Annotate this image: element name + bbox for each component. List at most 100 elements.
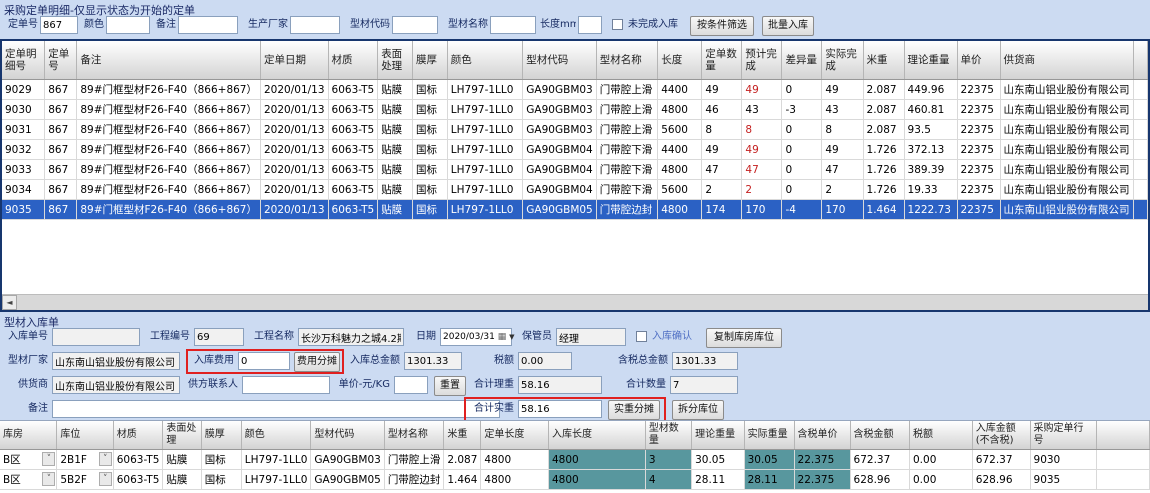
table-cell[interactable]: 4800 <box>481 470 549 490</box>
table-cell[interactable]: 山东南山铝业股份有限公司 <box>1000 120 1133 140</box>
table-cell[interactable]: 6063-T5 <box>328 120 378 140</box>
table-cell[interactable]: 门带腔下滑 <box>596 180 657 200</box>
table-cell[interactable]: 49 <box>742 140 782 160</box>
table-cell[interactable]: GA90GBM05 <box>523 200 596 220</box>
table-cell[interactable]: 2020/01/13 <box>261 140 329 160</box>
table-row[interactable]: 903486789#门框型材F26-F40（866+867）2020/01/13… <box>2 180 1148 200</box>
table-cell[interactable]: 1.726 <box>863 160 904 180</box>
table-cell[interactable]: 22375 <box>957 140 1000 160</box>
table-cell[interactable]: 46 <box>702 100 742 120</box>
table-cell[interactable]: 628.96 <box>850 470 909 490</box>
table-cell[interactable]: 4800 <box>481 450 549 470</box>
horizontal-scrollbar[interactable]: ◄ <box>2 294 1148 310</box>
table-cell[interactable]: 460.81 <box>904 100 957 120</box>
table-cell[interactable]: 门带腔下滑 <box>596 160 657 180</box>
table-cell[interactable]: 9030 <box>1030 450 1097 470</box>
table-cell[interactable]: 6063-T5 <box>328 200 378 220</box>
copy-warehouse-button[interactable]: 复制库房库位 <box>706 328 782 348</box>
filter-by-condition-button[interactable]: 按条件筛选 <box>690 16 754 36</box>
table-cell[interactable]: 174 <box>702 200 742 220</box>
remark-input[interactable] <box>52 400 500 418</box>
table-cell[interactable]: 2.087 <box>863 80 904 100</box>
table-cell[interactable] <box>1133 120 1147 140</box>
total-with-tax-input[interactable] <box>672 352 738 370</box>
table-cell[interactable]: GA90GBM05 <box>311 470 384 490</box>
table-cell[interactable]: 47 <box>702 160 742 180</box>
table-cell[interactable]: 2020/01/13 <box>261 80 329 100</box>
table-cell[interactable]: 山东南山铝业股份有限公司 <box>1000 160 1133 180</box>
table-cell[interactable]: 4 <box>645 470 691 490</box>
table-cell[interactable]: 89#门框型材F26-F40（866+867） <box>77 200 261 220</box>
column-header-filler[interactable] <box>1097 421 1150 450</box>
table-cell[interactable] <box>1133 80 1147 100</box>
table-cell[interactable]: 89#门框型材F26-F40（866+867） <box>77 120 261 140</box>
table-cell[interactable]: 0 <box>782 160 822 180</box>
chevron-down-icon[interactable]: ˅ <box>99 452 112 466</box>
table-cell[interactable]: 22.375 <box>794 450 850 470</box>
table-cell[interactable]: GA90GBM03 <box>523 80 596 100</box>
table-cell[interactable]: 国标 <box>412 120 447 140</box>
scroll-left-icon[interactable]: ◄ <box>2 295 17 310</box>
table-cell[interactable]: 49 <box>702 140 742 160</box>
chevron-down-icon[interactable]: ˅ <box>99 472 112 486</box>
supplier-input[interactable] <box>52 376 180 394</box>
table-cell[interactable]: 9030 <box>2 100 45 120</box>
actual-weight-allocate-button[interactable]: 实重分摊 <box>608 400 660 420</box>
column-header[interactable]: 实际完成 <box>822 41 863 80</box>
table-cell[interactable]: 47 <box>822 160 863 180</box>
table-cell[interactable]: 672.37 <box>850 450 909 470</box>
table-cell[interactable]: 4800 <box>548 470 645 490</box>
table-cell[interactable]: 9031 <box>2 120 45 140</box>
table-cell[interactable]: 170 <box>822 200 863 220</box>
keeper-input[interactable] <box>556 328 626 346</box>
split-location-button[interactable]: 拆分库位 <box>672 400 724 420</box>
chevron-down-icon[interactable]: ˅ <box>42 472 55 486</box>
inbound-confirm-checkbox[interactable] <box>636 331 647 342</box>
inbound-total-input[interactable] <box>404 352 462 370</box>
table-cell[interactable]: 867 <box>45 160 77 180</box>
table-cell[interactable]: 贴膜 <box>378 200 413 220</box>
column-header[interactable]: 入库长度 <box>548 421 645 450</box>
table-cell[interactable]: 1222.73 <box>904 200 957 220</box>
table-cell[interactable]: 93.5 <box>904 120 957 140</box>
length-filter-input[interactable] <box>578 16 602 34</box>
inbound-no-input[interactable] <box>52 328 140 346</box>
table-cell[interactable]: 4400 <box>658 140 702 160</box>
table-cell[interactable]: 6063-T5 <box>328 180 378 200</box>
total-actual-weight-input[interactable] <box>518 400 602 418</box>
table-cell[interactable]: 2020/01/13 <box>261 180 329 200</box>
column-header[interactable]: 定单号 <box>45 41 77 80</box>
table-cell[interactable]: 门带腔边封 <box>384 470 444 490</box>
table-cell[interactable]: 9034 <box>2 180 45 200</box>
table-cell[interactable]: 2020/01/13 <box>261 160 329 180</box>
table-cell[interactable]: 19.33 <box>904 180 957 200</box>
table-cell[interactable]: 49 <box>702 80 742 100</box>
table-cell[interactable]: 2B1F˅ <box>57 450 113 470</box>
table-cell[interactable]: 9029 <box>2 80 45 100</box>
table-cell[interactable]: 门带腔下滑 <box>596 140 657 160</box>
table-cell[interactable]: 22375 <box>957 120 1000 140</box>
table-cell[interactable]: 30.05 <box>692 450 745 470</box>
profile-name-filter-input[interactable] <box>490 16 536 34</box>
table-cell[interactable]: 贴膜 <box>378 140 413 160</box>
table-cell[interactable]: 国标 <box>412 100 447 120</box>
table-cell[interactable]: 2 <box>742 180 782 200</box>
table-cell[interactable] <box>1097 470 1150 490</box>
table-cell[interactable]: 6063-T5 <box>328 80 378 100</box>
column-header[interactable]: 定单长度 <box>481 421 549 450</box>
table-cell[interactable]: 389.39 <box>904 160 957 180</box>
table-cell[interactable]: 贴膜 <box>378 100 413 120</box>
table-cell[interactable]: 1.464 <box>444 470 481 490</box>
column-header[interactable]: 型材代码 <box>523 41 596 80</box>
table-cell[interactable]: GA90GBM04 <box>523 160 596 180</box>
tax-input[interactable] <box>518 352 572 370</box>
table-cell[interactable]: LH797-1LL0 <box>241 470 311 490</box>
table-cell[interactable]: 867 <box>45 140 77 160</box>
table-cell[interactable]: B区˅ <box>0 450 57 470</box>
table-cell[interactable] <box>1133 100 1147 120</box>
table-cell[interactable]: 22.375 <box>794 470 850 490</box>
table-row[interactable]: 903186789#门框型材F26-F40（866+867）2020/01/13… <box>2 120 1148 140</box>
column-header[interactable]: 表面处理 <box>163 421 201 450</box>
table-cell[interactable]: 8 <box>702 120 742 140</box>
table-cell[interactable]: 国标 <box>412 80 447 100</box>
